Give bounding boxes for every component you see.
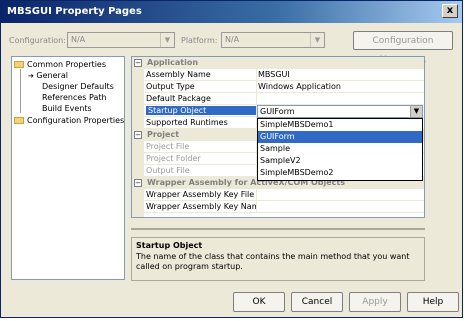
property-pages-dialog: MBSGUI Property Pages x Configuration: N… (0, 0, 463, 318)
dropdown-option[interactable]: SimpleMBSDemo2 (258, 167, 422, 179)
startup-object-dropdown-list: SimpleMBSDemo1 GUIForm Sample SampleV2 S… (257, 118, 423, 181)
chevron-down-icon[interactable]: ▼ (410, 106, 422, 117)
apply-button[interactable]: Apply (349, 292, 401, 312)
category-label: Application (147, 58, 199, 67)
property-name: Wrapper Assembly Key Name (146, 202, 256, 211)
tree-line (20, 69, 21, 113)
tree-node-configuration-properties[interactable]: Configuration Properties (14, 116, 124, 125)
description-splitter[interactable] (131, 228, 425, 230)
folder-open-icon (14, 61, 24, 68)
tree-node-label: Configuration Properties (27, 116, 125, 125)
dropdown-option[interactable]: SimpleMBSDemo1 (258, 119, 422, 131)
tree-node-designer-defaults[interactable]: Designer Defaults (42, 82, 114, 91)
property-name: Assembly Name (146, 70, 211, 79)
column-divider (256, 189, 257, 201)
cancel-button[interactable]: Cancel (291, 292, 343, 312)
startup-object-value[interactable]: GUIForm (260, 107, 295, 116)
dropdown-option[interactable]: SampleV2 (258, 155, 422, 167)
close-icon[interactable]: x (442, 4, 458, 18)
window-title: MBSGUI Property Pages (7, 6, 142, 17)
collapse-icon[interactable]: − (134, 179, 142, 187)
category-label: Project (147, 130, 180, 139)
property-tree: Common Properties ➔ General Designer Def… (11, 56, 125, 280)
grid-row-wrapper-key-file[interactable]: Wrapper Assembly Key File (144, 189, 424, 201)
property-name: Supported Runtimes (146, 118, 228, 127)
grid-row-default-package[interactable]: Default Package (144, 93, 424, 105)
chevron-down-icon: ▼ (310, 33, 324, 47)
folder-icon (14, 117, 24, 124)
property-name: Project Folder (146, 154, 201, 163)
platform-select[interactable]: N/A ▼ (221, 32, 325, 48)
title-bar[interactable]: MBSGUI Property Pages x (1, 1, 462, 23)
tree-node-build-events[interactable]: Build Events (42, 104, 92, 113)
grid-row-wrapper-key-name[interactable]: Wrapper Assembly Key Name (144, 201, 424, 213)
description-panel: Startup Object The name of the class tha… (131, 237, 425, 281)
property-name: Startup Object (146, 106, 256, 115)
tree-node-general[interactable]: ➔ General (28, 71, 68, 80)
configuration-manager-button[interactable]: Configuration Manager... (353, 31, 453, 65)
property-name: Output Type (146, 82, 195, 91)
column-divider (256, 201, 257, 213)
configuration-value: N/A (71, 35, 86, 44)
grid-row-output-type[interactable]: Output Type Windows Application (144, 81, 424, 93)
tree-node-common-properties[interactable]: Common Properties (14, 60, 106, 69)
ok-button[interactable]: OK (233, 292, 285, 312)
dropdown-option-selected[interactable]: GUIForm (258, 131, 422, 143)
property-name: Project File (146, 142, 190, 151)
column-divider (256, 69, 257, 81)
platform-value: N/A (225, 35, 240, 44)
category-application[interactable]: − Application (132, 57, 424, 69)
configuration-label: Configuration: (9, 36, 66, 45)
tree-node-references-path[interactable]: References Path (42, 93, 107, 102)
grid-row-assembly-name[interactable]: Assembly Name MBSGUI (144, 69, 424, 81)
collapse-icon[interactable]: − (134, 131, 142, 139)
arrow-right-icon: ➔ (28, 72, 34, 80)
property-name: Output File (146, 166, 190, 175)
tree-node-label: General (36, 71, 68, 80)
chevron-down-icon: ▼ (160, 33, 174, 47)
description-title: Startup Object (136, 241, 203, 250)
property-name: Wrapper Assembly Key File (146, 190, 255, 199)
description-text: The name of the class that contains the … (136, 252, 410, 271)
column-divider (256, 93, 257, 105)
tree-node-label: Common Properties (27, 60, 107, 69)
property-value[interactable]: MBSGUI (258, 70, 290, 79)
startup-object-combobox[interactable]: GUIForm ▼ (257, 105, 423, 118)
property-value[interactable]: Windows Application (258, 82, 341, 91)
property-name: Default Package (146, 94, 211, 103)
collapse-icon[interactable]: − (134, 59, 142, 67)
dropdown-option[interactable]: Sample (258, 143, 422, 155)
platform-label: Platform: (181, 36, 218, 45)
configuration-select[interactable]: N/A ▼ (67, 32, 175, 48)
column-divider (256, 81, 257, 93)
help-button[interactable]: Help (407, 292, 459, 312)
